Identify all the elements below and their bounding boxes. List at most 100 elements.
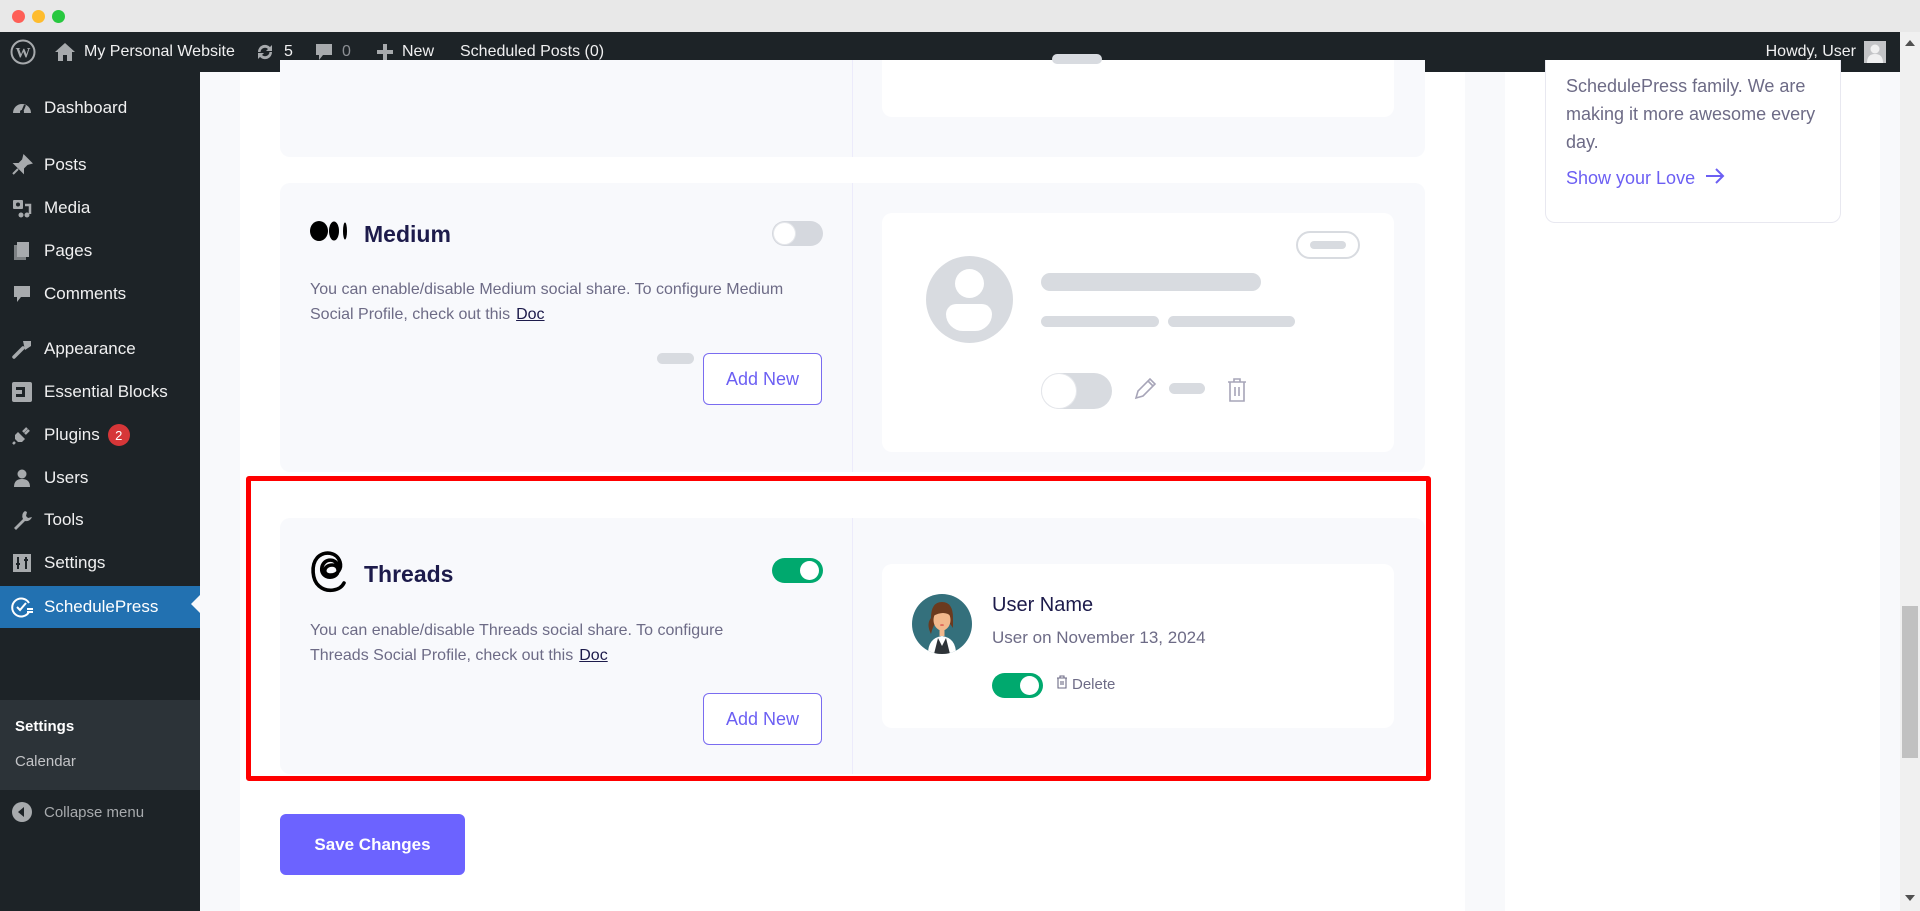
close-window-button[interactable] xyxy=(12,10,25,23)
site-name: My Personal Website xyxy=(84,43,235,60)
scrollbar-thumb[interactable] xyxy=(1902,606,1918,758)
skeleton-bar xyxy=(1168,316,1295,327)
submenu-item-calendar[interactable]: Calendar xyxy=(15,753,76,770)
scroll-down-arrow-icon[interactable] xyxy=(1905,895,1915,901)
medium-enable-toggle[interactable] xyxy=(772,221,823,246)
skeleton-bar xyxy=(1310,241,1346,249)
placeholder-toggle xyxy=(1041,373,1112,409)
sidebar-item-pages[interactable]: Pages xyxy=(0,233,200,269)
skeleton-bar xyxy=(1041,273,1261,291)
submenu-item-settings[interactable]: Settings xyxy=(15,718,74,735)
arrow-right-icon xyxy=(1705,168,1725,189)
threads-enable-toggle[interactable] xyxy=(772,558,823,583)
show-your-love-link[interactable]: Show your Love xyxy=(1566,168,1725,189)
wordpress-logo-menu[interactable]: W xyxy=(10,32,36,72)
wordpress-logo-icon: W xyxy=(10,39,36,65)
schedulepress-icon xyxy=(0,595,44,619)
refresh-icon xyxy=(254,41,276,63)
threads-description-text: You can enable/disable Threads social sh… xyxy=(310,622,724,664)
show-your-love-label: Show your Love xyxy=(1566,168,1696,188)
svg-text:W: W xyxy=(16,46,31,62)
medium-add-new-button[interactable]: Add New xyxy=(703,353,822,405)
scroll-up-arrow-icon[interactable] xyxy=(1905,40,1915,46)
home-icon xyxy=(54,42,76,62)
plugins-update-badge: 2 xyxy=(107,424,130,446)
placeholder-avatar-icon xyxy=(926,256,1013,343)
sidebar-item-label: SchedulePress xyxy=(44,597,159,616)
sidebar-item-label: Settings xyxy=(44,553,106,572)
sidebar-item-label: Posts xyxy=(44,155,87,174)
profile-delete-button[interactable]: Delete xyxy=(1056,675,1115,693)
sidebar-item-label: Users xyxy=(44,468,89,487)
medium-card: Medium You can enable/disable Medium soc… xyxy=(280,183,1425,472)
threads-description: You can enable/disable Threads social sh… xyxy=(310,618,760,668)
sidebar-item-dashboard[interactable]: Dashboard xyxy=(0,90,200,126)
profile-avatar xyxy=(912,594,972,654)
show-love-card: SchedulePress family. We are making it m… xyxy=(1545,60,1841,223)
profile-meta: User on November 13, 2024 xyxy=(992,628,1206,647)
medium-title: Medium xyxy=(310,219,451,249)
plus-icon xyxy=(376,43,394,61)
sidebar-item-label: Appearance xyxy=(44,339,136,358)
maximize-window-button[interactable] xyxy=(52,10,65,23)
sidebar-item-appearance[interactable]: Appearance xyxy=(0,331,200,367)
skeleton-bar xyxy=(1041,316,1159,327)
comments-count: 0 xyxy=(342,43,351,60)
sliders-icon xyxy=(0,552,44,574)
greeting: Howdy, User xyxy=(1765,43,1856,60)
user-avatar-icon xyxy=(1864,41,1886,63)
media-icon xyxy=(0,197,44,219)
sidebar-item-posts[interactable]: Posts xyxy=(0,147,200,183)
card-divider xyxy=(852,518,853,774)
sidebar-item-schedulepress[interactable]: SchedulePress xyxy=(0,586,200,628)
dashboard-icon xyxy=(0,97,44,119)
sidebar-item-settings[interactable]: Settings xyxy=(0,545,200,581)
sidebar-item-comments[interactable]: Comments xyxy=(0,276,200,312)
skeleton-pill xyxy=(1296,231,1360,259)
sidebar-item-users[interactable]: Users xyxy=(0,460,200,496)
threads-doc-link[interactable]: Doc xyxy=(579,647,607,664)
threads-add-new-button[interactable]: Add New xyxy=(703,693,822,745)
previous-social-card xyxy=(280,54,1425,157)
threads-card: Threads You can enable/disable Threads s… xyxy=(280,518,1425,774)
admin-sidebar: Dashboard Posts Media Pages Comments App… xyxy=(0,72,200,911)
plug-icon xyxy=(0,424,44,446)
minimize-window-button[interactable] xyxy=(32,10,45,23)
medium-description: You can enable/disable Medium social sha… xyxy=(310,277,830,327)
threads-title-text: Threads xyxy=(364,560,454,587)
collapse-menu-label: Collapse menu xyxy=(44,803,145,821)
profile-enable-toggle[interactable] xyxy=(992,673,1043,698)
comment-icon xyxy=(314,42,334,62)
trash-icon xyxy=(1225,376,1249,409)
card-divider xyxy=(852,183,853,472)
collapse-menu-button[interactable]: Collapse menu xyxy=(0,792,200,832)
sidebar-item-media[interactable]: Media xyxy=(0,190,200,226)
sidebar-item-label: Plugins xyxy=(44,425,100,444)
card-divider xyxy=(852,60,853,157)
essential-blocks-icon xyxy=(0,381,44,403)
threads-logo-icon xyxy=(310,548,350,600)
medium-title-text: Medium xyxy=(364,220,451,247)
pages-icon xyxy=(0,240,44,262)
save-changes-button[interactable]: Save Changes xyxy=(280,814,465,875)
site-name-link[interactable]: My Personal Website xyxy=(54,32,235,72)
edit-pencil-icon xyxy=(1132,376,1158,407)
threads-profile-card: User Name User on November 13, 2024 Dele… xyxy=(882,564,1394,728)
sidebar-item-plugins[interactable]: Plugins 2 xyxy=(0,417,200,453)
medium-doc-link[interactable]: Doc xyxy=(516,306,544,323)
window-titlebar xyxy=(0,0,1920,32)
sidebar-item-label: Comments xyxy=(44,284,127,303)
schedulepress-submenu: Settings Calendar xyxy=(0,700,200,790)
medium-preview-placeholder xyxy=(882,213,1394,452)
sidebar-item-label: Media xyxy=(44,198,91,217)
skeleton-bar xyxy=(657,353,694,364)
skeleton-bar xyxy=(1169,383,1205,394)
pin-icon xyxy=(0,154,44,176)
sidebar-item-essential-blocks[interactable]: Essential Blocks xyxy=(0,374,200,410)
sidebar-item-tools[interactable]: Tools xyxy=(0,502,200,538)
sidebar-item-label: Pages xyxy=(44,241,93,260)
trash-icon xyxy=(1056,675,1068,693)
page-scrollbar[interactable] xyxy=(1900,32,1920,911)
previous-preview-card xyxy=(882,54,1394,117)
updates-count: 5 xyxy=(284,43,293,60)
